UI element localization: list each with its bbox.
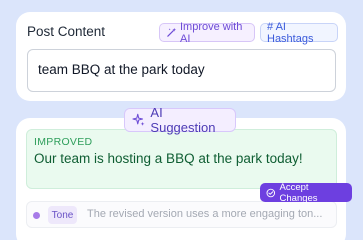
post-content-card: Post Content Improve with AI # AI Hashta…	[16, 12, 346, 101]
dot-icon	[33, 212, 40, 219]
app-stage: Post Content Improve with AI # AI Hashta…	[0, 0, 363, 240]
tone-explanation-row: Tone The revised version uses a more eng…	[26, 201, 337, 228]
post-content-title: Post Content	[27, 24, 106, 39]
tone-tag: Tone	[48, 206, 77, 224]
improve-with-ai-label: Improve with AI	[180, 20, 243, 45]
improved-text: Our team is hosting a BBQ at the park to…	[34, 151, 303, 166]
ai-suggestion-badge: AI Suggestion	[124, 105, 236, 135]
sparkle-icon	[132, 113, 145, 126]
magic-wand-icon	[167, 27, 177, 37]
improved-label: IMPROVED	[34, 136, 93, 148]
improved-suggestion-box: IMPROVED Our team is hosting a BBQ at th…	[26, 129, 337, 189]
tone-explanation-text: The revised version uses a more engaging…	[87, 208, 323, 220]
accept-changes-label: Accept Changes	[279, 181, 318, 204]
post-content-input[interactable]: team BBQ at the park today	[27, 49, 336, 92]
accept-changes-button[interactable]: Accept Changes	[260, 181, 352, 204]
check-circle-icon	[266, 188, 276, 197]
ai-suggestion-label: AI Suggestion	[150, 105, 216, 135]
ai-hashtags-button[interactable]: # AI Hashtags	[260, 20, 338, 45]
improve-with-ai-button[interactable]: Improve with AI	[159, 20, 255, 45]
ai-hashtags-label: # AI Hashtags	[267, 20, 314, 45]
